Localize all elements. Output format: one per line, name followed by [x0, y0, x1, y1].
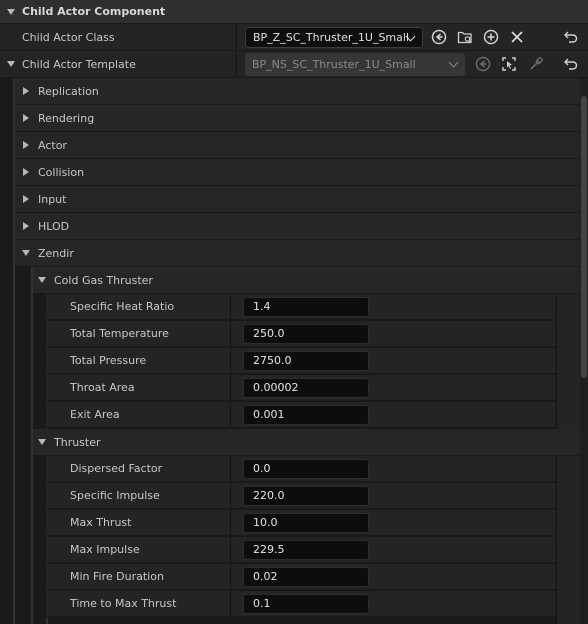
category-label: Actor [38, 138, 67, 152]
child-actor-class-value: BP_Z_SC_Thruster_1U_Small [253, 31, 409, 44]
child-actor-class-row: Child Actor Class BP_Z_SC_Thruster_1U_Sm… [0, 24, 588, 51]
prop-row-exit-area: Exit Area 0.001 [46, 402, 556, 428]
browse-to-asset-icon[interactable] [456, 28, 474, 46]
dispersed-factor-input[interactable]: 0.0 [243, 458, 369, 479]
child-actor-template-label: Child Actor Template [22, 57, 136, 71]
subcategory-label: Thruster [54, 435, 101, 449]
expand-arrow-icon[interactable] [23, 114, 29, 122]
child-actor-class-label: Child Actor Class [22, 30, 115, 44]
child-actor-template-combo: BP_NS_SC_Thruster_1U_Small [245, 53, 465, 76]
use-selected-icon[interactable] [430, 28, 448, 46]
specific-impulse-input[interactable]: 220.0 [243, 485, 369, 506]
expand-arrow-icon[interactable] [23, 168, 29, 176]
expand-arrow-icon[interactable] [23, 195, 29, 203]
collapse-arrow-icon[interactable] [7, 8, 15, 15]
subcategory-thruster[interactable]: Thruster [33, 429, 580, 456]
child-actor-template-row: Child Actor Template BP_NS_SC_Thruster_1… [0, 51, 588, 78]
template-properties-tree: Replication Rendering Actor Collision In… [0, 78, 588, 624]
category-replication[interactable]: Replication [15, 78, 580, 105]
expand-arrow-icon[interactable] [23, 222, 29, 230]
chevron-down-icon [448, 57, 459, 68]
section-header-child-actor-component[interactable]: Child Actor Component [0, 0, 588, 24]
prop-label: Total Pressure [70, 354, 147, 367]
column-splitter[interactable] [236, 24, 237, 50]
prop-label: Max Thrust [70, 516, 132, 529]
expand-arrow-icon[interactable] [7, 61, 15, 67]
category-label: Replication [38, 84, 99, 98]
prop-label: Max Impulse [70, 543, 140, 556]
exit-area-input[interactable]: 0.001 [243, 404, 369, 425]
category-label: Collision [38, 165, 85, 179]
min-fire-duration-input[interactable]: 0.02 [243, 566, 369, 587]
prop-label: Min Fire Duration [70, 570, 164, 583]
prop-label: Specific Impulse [70, 489, 160, 502]
prop-label: Specific Heat Ratio [70, 300, 175, 313]
collapse-arrow-icon[interactable] [38, 439, 46, 445]
category-label: HLOD [38, 219, 70, 233]
reset-to-default-icon[interactable] [562, 28, 580, 46]
prop-row-throat-area: Throat Area 0.00002 [46, 375, 556, 401]
subcategory-label: Cold Gas Thruster [54, 273, 153, 287]
eyedropper-icon [527, 55, 545, 73]
prop-label: Throat Area [70, 381, 135, 394]
category-hlod[interactable]: HLOD [15, 213, 580, 240]
section-title: Child Actor Component [22, 5, 166, 18]
total-pressure-input[interactable]: 2750.0 [243, 350, 369, 371]
child-actor-class-combo[interactable]: BP_Z_SC_Thruster_1U_Small [245, 27, 423, 48]
prop-row-max-thrust: Max Thrust 10.0 [46, 510, 556, 536]
max-thrust-input[interactable]: 10.0 [243, 512, 369, 533]
reset-to-default-icon[interactable] [562, 55, 580, 73]
specific-heat-ratio-input[interactable]: 1.4 [243, 296, 369, 317]
child-actor-template-value: BP_NS_SC_Thruster_1U_Small [252, 58, 416, 71]
prop-row-total-temperature: Total Temperature 250.0 [46, 321, 556, 347]
max-impulse-input[interactable]: 229.5 [243, 539, 369, 560]
category-actor[interactable]: Actor [15, 132, 580, 159]
expand-arrow-icon[interactable] [23, 87, 29, 95]
category-input[interactable]: Input [15, 186, 580, 213]
prop-label: Exit Area [70, 408, 120, 421]
prop-row-specific-impulse: Specific Impulse 220.0 [46, 483, 556, 509]
collapse-arrow-icon[interactable] [38, 277, 46, 283]
category-label: Input [38, 192, 67, 206]
prop-label: Total Temperature [70, 327, 169, 340]
category-label: Rendering [38, 111, 95, 125]
select-actor-icon[interactable] [500, 55, 518, 73]
subcategory-cold-gas-thruster[interactable]: Cold Gas Thruster [33, 267, 580, 294]
prop-label: Dispersed Factor [70, 462, 163, 475]
prop-row-max-impulse: Max Impulse 229.5 [46, 537, 556, 563]
prop-row-specific-heat-ratio: Specific Heat Ratio 1.4 [46, 294, 556, 320]
column-splitter[interactable] [236, 51, 237, 77]
use-selected-icon [474, 55, 492, 73]
prop-label: Time to Max Thrust [70, 597, 177, 610]
collapse-arrow-icon[interactable] [22, 250, 30, 256]
category-collision[interactable]: Collision [15, 159, 580, 186]
prop-row-total-pressure: Total Pressure 2750.0 [46, 348, 556, 374]
scrollbar-thumb[interactable] [581, 96, 587, 378]
time-to-max-thrust-input[interactable]: 0.1 [243, 593, 369, 614]
add-icon[interactable] [482, 28, 500, 46]
category-zendir[interactable]: Zendir [15, 240, 580, 267]
prop-row-min-fire-duration: Min Fire Duration 0.02 [46, 564, 556, 590]
expand-arrow-icon[interactable] [23, 141, 29, 149]
throat-area-input[interactable]: 0.00002 [243, 377, 369, 398]
prop-row-dispersed-factor: Dispersed Factor 0.0 [46, 456, 556, 482]
category-rendering[interactable]: Rendering [15, 105, 580, 132]
clear-icon[interactable] [508, 28, 526, 46]
category-label: Zendir [38, 246, 74, 260]
total-temperature-input[interactable]: 250.0 [243, 323, 369, 344]
prop-row-time-to-max-thrust: Time to Max Thrust 0.1 [46, 591, 556, 617]
